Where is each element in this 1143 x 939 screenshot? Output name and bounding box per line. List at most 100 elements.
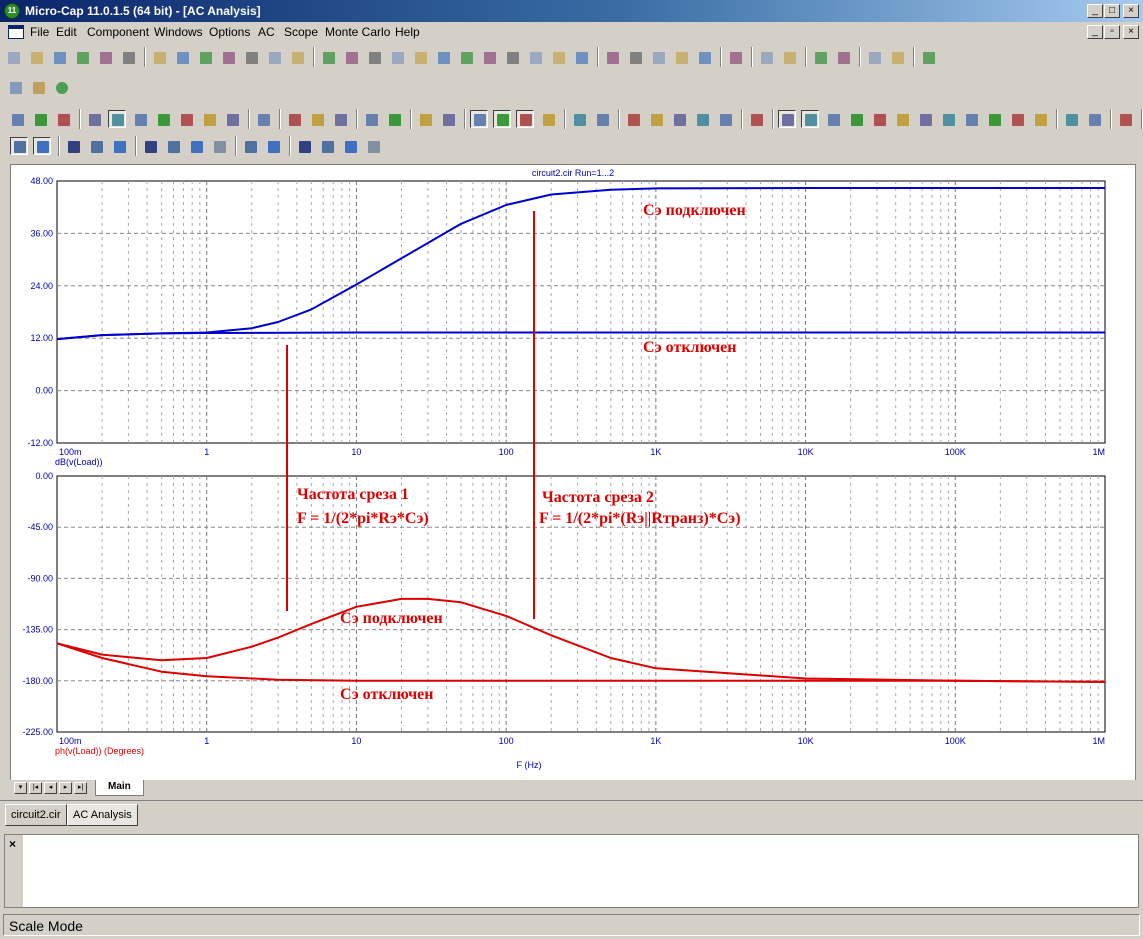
inflection-button[interactable]	[716, 110, 734, 128]
slope-button[interactable]	[824, 110, 842, 128]
component-editor-button[interactable]	[757, 48, 775, 66]
graph-button[interactable]	[888, 48, 906, 66]
add-plot-button[interactable]	[362, 110, 380, 128]
horizontal-tag-button[interactable]	[154, 110, 172, 128]
stop-button[interactable]	[308, 110, 326, 128]
bottom-level-button[interactable]	[1031, 110, 1049, 128]
shape-editor-button[interactable]	[780, 48, 798, 66]
peak-button[interactable]	[624, 110, 642, 128]
nyquist-button[interactable]	[570, 110, 588, 128]
high-find-button[interactable]	[893, 110, 911, 128]
component-finder-button[interactable]	[29, 78, 47, 96]
zoom-fit-button[interactable]	[110, 137, 128, 155]
magnitude-button[interactable]	[470, 110, 488, 128]
select-button[interactable]	[8, 110, 26, 128]
cursor-right-button[interactable]	[801, 110, 819, 128]
global-low-button[interactable]	[985, 110, 1003, 128]
save-all-button[interactable]	[73, 48, 91, 66]
minimize-button[interactable]: _	[1087, 4, 1103, 18]
redo-button[interactable]	[173, 48, 191, 66]
document-icon[interactable]	[8, 25, 24, 39]
scale-y-button[interactable]	[33, 137, 51, 155]
dropdown-button[interactable]	[54, 110, 72, 128]
menu-scope[interactable]: Scope	[284, 25, 318, 39]
tokens-button[interactable]	[439, 110, 457, 128]
opamp-button[interactable]	[480, 48, 498, 66]
print-preview-button[interactable]	[96, 48, 114, 66]
resistor-button[interactable]	[342, 48, 360, 66]
cascade-button[interactable]	[626, 48, 644, 66]
pause-button[interactable]	[331, 110, 349, 128]
valley-button[interactable]	[647, 110, 665, 128]
text-button[interactable]	[223, 110, 241, 128]
copy-button[interactable]	[219, 48, 237, 66]
valley-find-button[interactable]	[870, 110, 888, 128]
settings-panel-button[interactable]	[747, 110, 765, 128]
close-button[interactable]: ×	[1123, 4, 1139, 18]
output-close-icon[interactable]: ×	[9, 837, 16, 851]
data-points-button[interactable]	[416, 110, 434, 128]
scale-mode-button[interactable]	[85, 110, 103, 128]
doc-tab-circuit[interactable]: circuit2.cir	[5, 804, 67, 826]
menu-file[interactable]: File	[30, 25, 49, 39]
new-button[interactable]	[4, 48, 22, 66]
undo-button[interactable]	[150, 48, 168, 66]
phase-button[interactable]	[493, 110, 511, 128]
bode-button[interactable]	[593, 110, 611, 128]
numeric-output-button[interactable]	[1116, 110, 1134, 128]
app-logo-icon[interactable]: 11	[4, 3, 20, 19]
pnp-transistor-button[interactable]	[457, 48, 475, 66]
high-button[interactable]	[670, 110, 688, 128]
voltage-source-button[interactable]	[503, 48, 521, 66]
menu-component[interactable]: Component	[87, 25, 149, 39]
tab-nav-last-button[interactable]: ▸|	[74, 782, 87, 794]
web-update-button[interactable]	[52, 78, 70, 96]
menu-windows[interactable]: Windows	[154, 25, 203, 39]
vertical-tag-button[interactable]	[177, 110, 195, 128]
maximize-button[interactable]: □	[1104, 4, 1120, 18]
tools-button[interactable]	[865, 48, 883, 66]
menu-edit[interactable]: Edit	[56, 25, 77, 39]
phase-series-1[interactable]	[56, 597, 1106, 683]
mdi-restore-button[interactable]: ▫	[1104, 25, 1120, 39]
capacitor-button[interactable]	[365, 48, 383, 66]
horizontal-button[interactable]	[649, 48, 667, 66]
text-a-button[interactable]	[187, 137, 205, 155]
dropdown-3-button[interactable]	[164, 137, 182, 155]
scale-x-button[interactable]	[10, 137, 28, 155]
menu-help[interactable]: Help	[395, 25, 420, 39]
align-bottom-button[interactable]	[364, 137, 382, 155]
paste-plot-button[interactable]	[264, 137, 282, 155]
real-button[interactable]	[539, 110, 557, 128]
doc-tab-ac-analysis[interactable]: AC Analysis	[67, 804, 138, 826]
phase-series-2[interactable]	[56, 642, 1106, 683]
peak-find-button[interactable]	[847, 110, 865, 128]
mdi-minimize-button[interactable]: _	[1087, 25, 1103, 39]
delete-button[interactable]	[265, 48, 283, 66]
vertical-button[interactable]	[672, 48, 690, 66]
plot-svg[interactable]: circuit2.cir Run=1...2 48.00 36.00 24.00 12.…	[11, 165, 1135, 795]
top-level-button[interactable]	[1008, 110, 1026, 128]
inflection-find-button[interactable]	[939, 110, 957, 128]
plot-area[interactable]: circuit2.cir Run=1...2 48.00 36.00 24.00 12.…	[10, 164, 1136, 796]
tile-windows-button[interactable]	[603, 48, 621, 66]
tab-nav-menu-button[interactable]: ▾	[14, 782, 27, 794]
global-high-button[interactable]	[962, 110, 980, 128]
zoom-in-button[interactable]	[64, 137, 82, 155]
magnitude-series-1[interactable]	[56, 187, 1105, 341]
grid-button[interactable]	[141, 137, 159, 155]
remove-plot-button[interactable]	[385, 110, 403, 128]
open-button[interactable]	[27, 48, 45, 66]
cursor-mode-button[interactable]	[108, 110, 126, 128]
calculator-button[interactable]	[726, 48, 744, 66]
menu-options[interactable]: Options	[209, 25, 250, 39]
cursor-left-button[interactable]	[778, 110, 796, 128]
battery-button[interactable]	[526, 48, 544, 66]
node-button[interactable]	[572, 48, 590, 66]
align-left-button[interactable]	[295, 137, 313, 155]
current-source-button[interactable]	[549, 48, 567, 66]
low-find-button[interactable]	[916, 110, 934, 128]
menu-ac[interactable]: AC	[258, 25, 275, 39]
ground-button[interactable]	[319, 48, 337, 66]
replace-button[interactable]	[288, 48, 306, 66]
